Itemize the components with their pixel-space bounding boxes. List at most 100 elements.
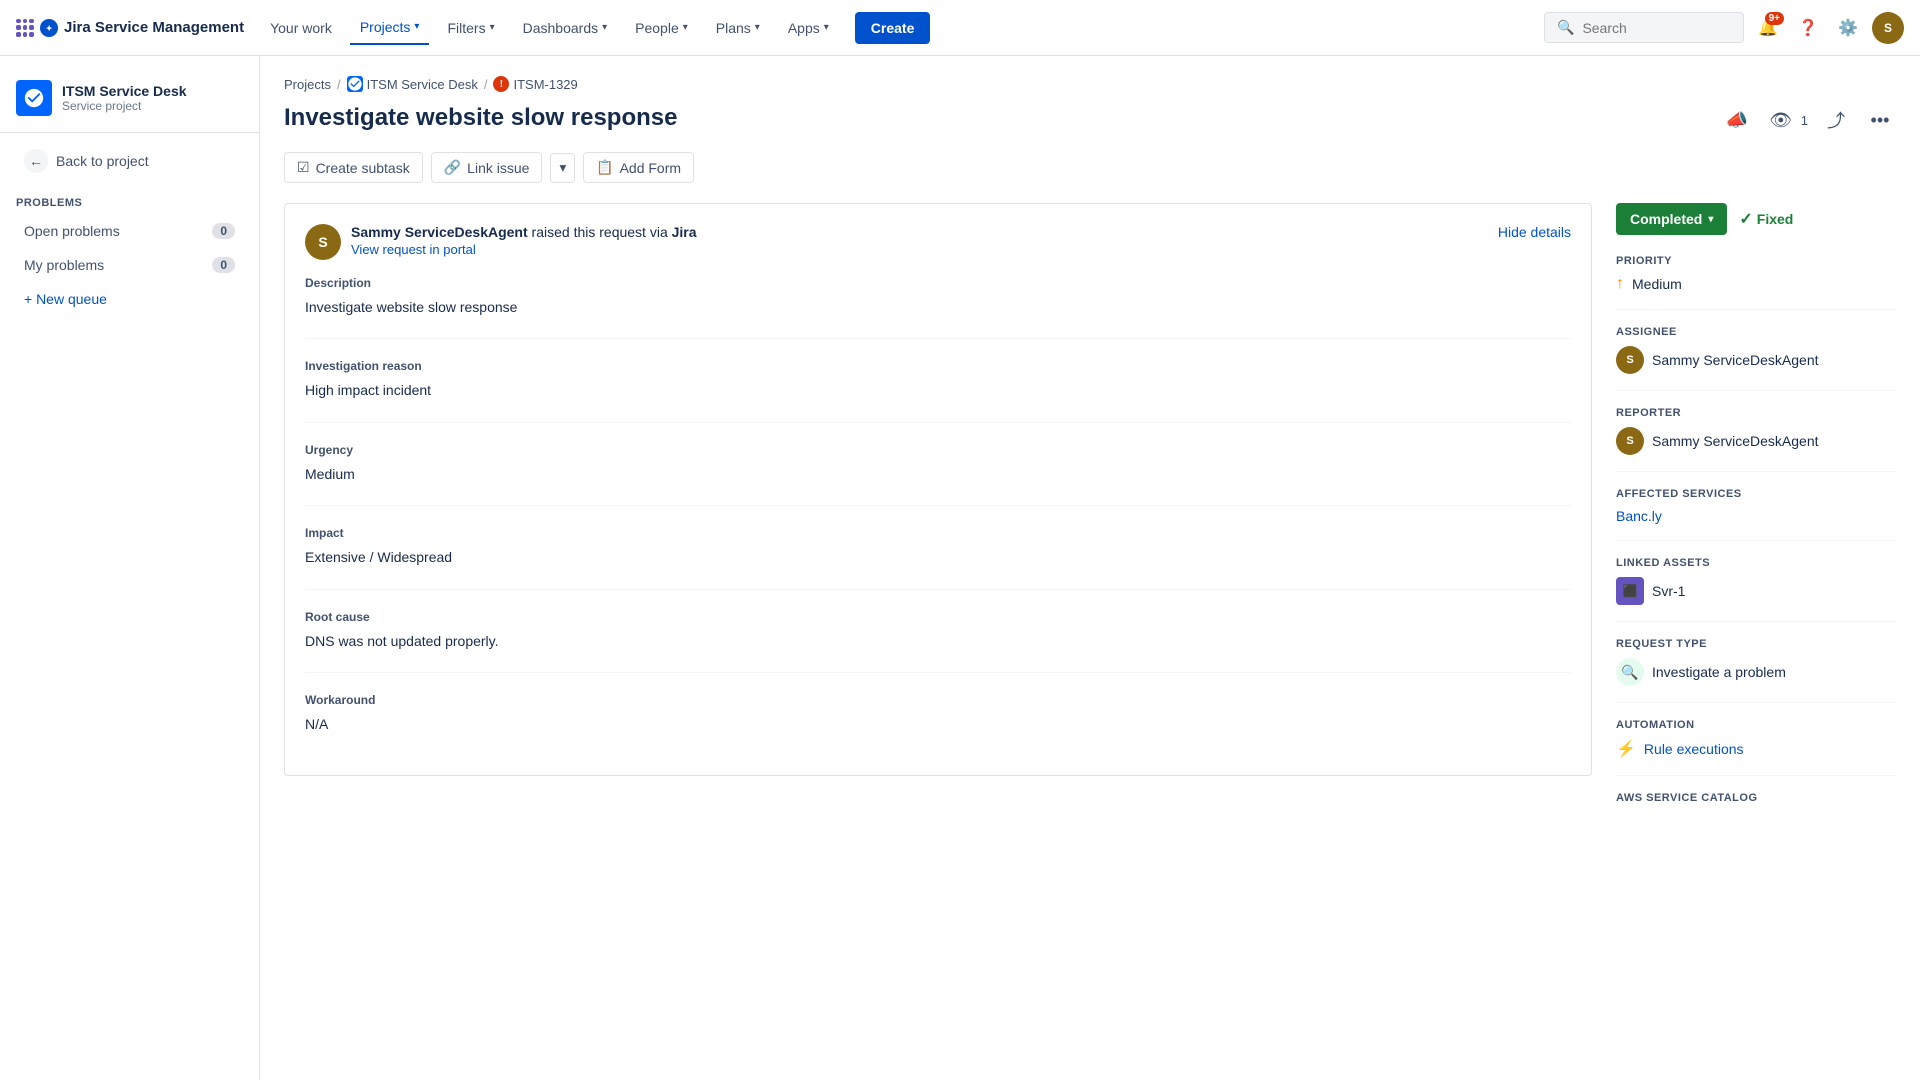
logo-text: Jira Service Management [64, 19, 244, 36]
lightning-icon: ⚡ [1616, 739, 1636, 759]
search-box[interactable]: 🔍 [1544, 12, 1744, 43]
requester-avatar: S [305, 224, 341, 260]
priority-value: ↑ Medium [1616, 275, 1896, 293]
watch-button[interactable]: 👁 [1765, 104, 1797, 136]
automation-section: Automation ⚡ Rule executions [1616, 719, 1896, 776]
megaphone-button[interactable]: 📣 [1721, 104, 1753, 136]
description-section: Description Investigate website slow res… [305, 276, 1571, 339]
projects-chevron-icon: ▾ [414, 21, 419, 32]
apps-chevron-icon: ▾ [824, 22, 829, 33]
new-queue-button[interactable]: + New queue [8, 283, 251, 315]
add-form-button[interactable]: 📋 Add Form [583, 152, 694, 183]
aws-label: AWS Service Catalog [1616, 792, 1896, 804]
issue-details: S Sammy ServiceDeskAgent raised this req… [284, 203, 1592, 844]
nav-people[interactable]: People ▾ [625, 12, 698, 44]
hide-details-button[interactable]: Hide details [1498, 224, 1571, 240]
requester-info: S Sammy ServiceDeskAgent raised this req… [305, 224, 1571, 260]
sidebar-item-my-problems[interactable]: My problems 0 [8, 249, 251, 281]
breadcrumb-issue-link[interactable]: ITSM-1329 [513, 77, 577, 92]
search-input[interactable] [1582, 20, 1731, 36]
create-subtask-button[interactable]: ☑ Create subtask [284, 152, 423, 183]
nav-projects[interactable]: Projects ▾ [350, 11, 430, 45]
request-type-icon: 🔍 [1616, 658, 1644, 686]
share-button[interactable]: ⤴ [1820, 104, 1852, 136]
requester-name: Sammy ServiceDeskAgent raised this reque… [351, 224, 697, 240]
urgency-label: Urgency [305, 443, 1571, 457]
urgency-section: Urgency Medium [305, 443, 1571, 506]
dashboards-chevron-icon: ▾ [602, 22, 607, 33]
link-issue-button[interactable]: 🔗 Link issue [431, 152, 543, 183]
view-portal-link[interactable]: View request in portal [351, 242, 697, 257]
priority-icon: ↑ [1616, 275, 1624, 293]
help-button[interactable]: ❓ [1792, 12, 1824, 44]
breadcrumb-project-link[interactable]: ITSM Service Desk [347, 76, 478, 92]
notification-button[interactable]: 🔔 9+ [1752, 12, 1784, 44]
jira-icon: ✦ [40, 19, 58, 37]
nav-filters[interactable]: Filters ▾ [437, 12, 504, 44]
problems-section-label: Problems [0, 185, 259, 213]
breadcrumb-issue: ! ITSM-1329 [493, 76, 577, 92]
nav-your-work[interactable]: Your work [260, 12, 342, 44]
back-icon: ← [24, 149, 48, 173]
issue-icon: ! [493, 76, 509, 92]
header-actions: 📣 👁 1 ⤴ ••• [1721, 104, 1896, 136]
root-cause-label: Root cause [305, 610, 1571, 624]
breadcrumb-project-icon [347, 76, 363, 92]
priority-section: Priority ↑ Medium [1616, 255, 1896, 310]
root-cause-value: DNS was not updated properly. [305, 630, 1571, 652]
urgency-value: Medium [305, 463, 1571, 485]
affected-services-value: Banc.ly [1616, 508, 1896, 524]
back-to-project-button[interactable]: ← Back to project [8, 141, 251, 181]
right-panel: Completed ▾ ✓ Fixed Priority ↑ Medium [1616, 203, 1896, 844]
requester-left: S Sammy ServiceDeskAgent raised this req… [305, 224, 697, 260]
completed-chevron-icon: ▾ [1708, 214, 1713, 225]
filters-chevron-icon: ▾ [490, 22, 495, 33]
breadcrumb-projects-link[interactable]: Projects [284, 77, 331, 92]
breadcrumb-sep-2: / [484, 77, 488, 92]
workaround-label: Workaround [305, 693, 1571, 707]
root-cause-section: Root cause DNS was not updated properly. [305, 610, 1571, 673]
subtask-icon: ☑ [297, 159, 310, 176]
plans-chevron-icon: ▾ [755, 22, 760, 33]
svg-text:✦: ✦ [46, 23, 53, 32]
automation-link[interactable]: Rule executions [1644, 741, 1744, 757]
watchers: 👁 1 [1765, 104, 1808, 136]
sidebar-project: ITSM Service Desk Service project [0, 72, 259, 133]
my-problems-count: 0 [212, 257, 235, 273]
automation-label: Automation [1616, 719, 1896, 731]
linked-assets-label: LINKED ASSETS [1616, 557, 1896, 569]
form-icon: 📋 [596, 159, 613, 176]
nav-plans[interactable]: Plans ▾ [706, 12, 770, 44]
request-type-label: Request Type [1616, 638, 1896, 650]
content-area: S Sammy ServiceDeskAgent raised this req… [284, 203, 1896, 844]
impact-section: Impact Extensive / Widespread [305, 526, 1571, 589]
sidebar-item-open-problems[interactable]: Open problems 0 [8, 215, 251, 247]
workaround-value: N/A [305, 713, 1571, 735]
automation-value: ⚡ Rule executions [1616, 739, 1896, 759]
breadcrumb: Projects / ITSM Service Desk / ! ITSM-13… [284, 76, 1896, 92]
more-actions-button[interactable]: ▾ [550, 153, 575, 183]
linked-assets-value: ⬛ Svr-1 [1616, 577, 1896, 605]
assignee-label: Assignee [1616, 326, 1896, 338]
affected-services-link[interactable]: Banc.ly [1616, 508, 1662, 524]
watcher-count: 1 [1801, 113, 1808, 128]
aws-section: AWS Service Catalog [1616, 792, 1896, 828]
nav-dashboards[interactable]: Dashboards ▾ [513, 12, 618, 44]
nav-apps[interactable]: Apps ▾ [778, 12, 839, 44]
linked-assets-section: LINKED ASSETS ⬛ Svr-1 [1616, 557, 1896, 622]
reporter-value: S Sammy ServiceDeskAgent [1616, 427, 1896, 455]
logo[interactable]: ✦ Jira Service Management [16, 19, 244, 37]
priority-label: Priority [1616, 255, 1896, 267]
request-type-value: 🔍 Investigate a problem [1616, 658, 1896, 686]
more-options-button[interactable]: ••• [1864, 104, 1896, 136]
create-button[interactable]: Create [855, 12, 931, 44]
settings-button[interactable]: ⚙️ [1832, 12, 1864, 44]
reporter-label: Reporter [1616, 407, 1896, 419]
completed-button[interactable]: Completed ▾ [1616, 203, 1727, 235]
investigation-reason-section: Investigation reason High impact inciden… [305, 359, 1571, 422]
avatar[interactable]: S [1872, 12, 1904, 44]
page-header: Investigate website slow response 📣 👁 1 … [284, 104, 1896, 136]
project-type: Service project [62, 99, 187, 113]
grid-icon [16, 19, 34, 37]
impact-label: Impact [305, 526, 1571, 540]
